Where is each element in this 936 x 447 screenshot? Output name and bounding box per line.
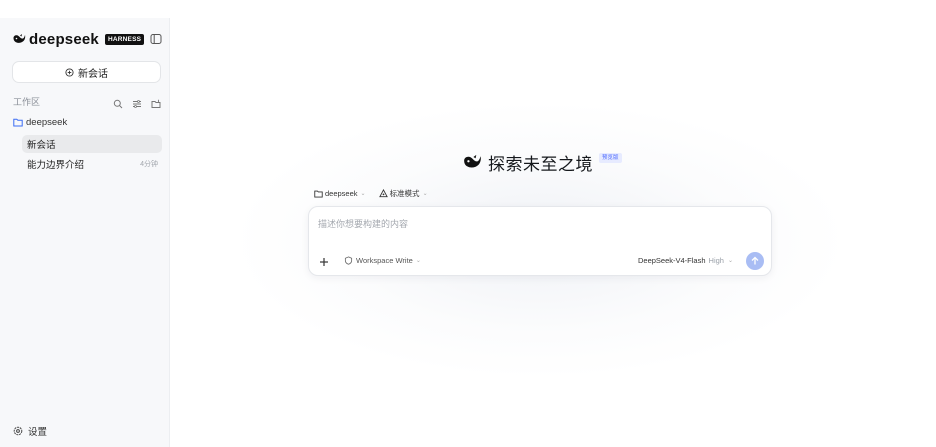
sidebar-toggle-button[interactable] — [150, 32, 162, 44]
mode-selector[interactable]: 标准模式 ⌄ — [378, 188, 428, 199]
prompt-input[interactable]: 描述你想要构建的内容 — [318, 217, 408, 230]
brand-name: deepseek — [29, 30, 99, 48]
chat-title: 新会话 — [27, 140, 56, 151]
chevron-down-icon: ⌄ — [422, 191, 428, 197]
whale-logo-icon — [13, 34, 26, 43]
context-row: deepseek ⌄ 标准模式 ⌄ — [314, 188, 441, 199]
chat-list-item[interactable]: 能力边界介绍 4分钟 — [24, 155, 162, 173]
permission-label: Workspace Write — [356, 256, 413, 265]
send-button[interactable] — [746, 252, 764, 270]
sidebar-toggle-icon — [150, 34, 162, 44]
new-folder-icon — [151, 99, 161, 108]
chat-title: 能力边界介绍 — [27, 160, 85, 171]
workspace-label: 工作区 — [13, 96, 41, 107]
chevron-down-icon: ⌄ — [415, 258, 421, 264]
new-chat-label: 新会话 — [78, 68, 108, 80]
permission-selector[interactable]: Workspace Write ⌄ — [344, 256, 421, 265]
composer: 描述你想要构建的内容 Workspace Write ⌄ DeepSeek-V4… — [308, 206, 772, 276]
preview-badge: 预览版 — [599, 153, 622, 163]
new-chat-button[interactable]: 新会话 — [12, 61, 161, 83]
mode-icon — [378, 189, 388, 198]
folder-icon — [13, 118, 23, 127]
model-selector[interactable]: DeepSeek-V4-Flash High ⌄ — [638, 256, 733, 265]
plus-circle-icon — [65, 67, 74, 77]
workspace-folder[interactable]: deepseek — [13, 117, 67, 128]
app-window: deepseek HARNESS 新会话 工作区 deepseek 新会话 能力… — [0, 0, 936, 447]
chevron-down-icon: ⌄ — [727, 258, 733, 264]
chat-time: 4分钟 — [140, 161, 158, 168]
settings-button[interactable]: 设置 — [13, 424, 47, 438]
new-folder-button[interactable] — [151, 96, 161, 108]
arrow-up-icon — [751, 256, 759, 265]
chevron-down-icon: ⌄ — [360, 191, 366, 197]
add-attachment-button[interactable] — [318, 255, 330, 267]
folder-icon — [314, 190, 323, 198]
workspace-tools — [113, 96, 161, 109]
hero-heading: 探索未至之境 预览版 — [462, 150, 622, 174]
brand-badge: HARNESS — [104, 33, 145, 45]
mode-selector-label: 标准模式 — [389, 189, 420, 198]
whale-logo-icon — [464, 154, 481, 168]
search-icon — [113, 99, 123, 109]
sidebar: deepseek HARNESS 新会话 工作区 deepseek 新会话 能力… — [0, 18, 170, 447]
search-button[interactable] — [113, 96, 123, 109]
shield-icon — [344, 256, 353, 265]
hero-title: 探索未至之境 — [488, 154, 593, 174]
brand-row: deepseek HARNESS — [12, 30, 162, 48]
filter-icon — [133, 100, 141, 108]
folder-selector[interactable]: deepseek ⌄ — [314, 189, 366, 198]
chat-list-item[interactable]: 新会话 — [22, 135, 162, 153]
filter-button[interactable] — [132, 96, 142, 108]
model-name: DeepSeek-V4-Flash — [637, 256, 706, 265]
gear-icon — [13, 426, 23, 436]
folder-selector-label: deepseek — [325, 189, 358, 198]
model-level: High — [708, 256, 724, 265]
settings-label: 设置 — [28, 427, 48, 438]
workspace-header: 工作区 — [13, 95, 161, 109]
plus-icon — [320, 258, 328, 266]
folder-name: deepseek — [26, 117, 68, 128]
